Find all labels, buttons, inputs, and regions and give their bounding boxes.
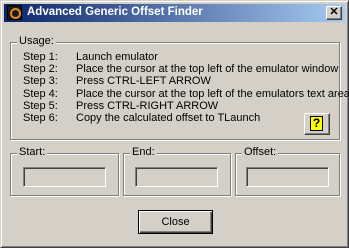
- question-mark-icon: ?: [310, 116, 323, 131]
- step-number: Step 4:: [23, 87, 58, 100]
- offset-field[interactable]: [246, 167, 329, 187]
- step-item: Step 1: Launch emulator: [23, 51, 349, 63]
- step-item: Step 3: Press CTRL-LEFT ARROW: [23, 75, 349, 87]
- steps-list: Step 1: Launch emulator Step 2: Place th…: [23, 51, 349, 124]
- start-group: Start:: [10, 146, 119, 196]
- step-number: Step 2:: [23, 63, 58, 76]
- close-button[interactable]: Close: [138, 210, 213, 234]
- help-button[interactable]: ?: [304, 113, 330, 135]
- title-bar[interactable]: Advanced Generic Offset Finder ✕: [4, 4, 345, 22]
- offset-group: Offset:: [235, 146, 340, 196]
- step-item: Step 5: Press CTRL-RIGHT ARROW: [23, 100, 349, 112]
- step-text: Copy the calculated offset to TLaunch: [76, 112, 261, 125]
- end-label: End:: [130, 146, 157, 158]
- offset-label: Offset:: [242, 146, 279, 158]
- app-icon[interactable]: [7, 5, 22, 20]
- step-number: Step 3:: [23, 75, 58, 88]
- end-group: End:: [123, 146, 231, 196]
- dialog-window: Advanced Generic Offset Finder ✕ Usage: …: [0, 0, 349, 248]
- step-text: Press CTRL-LEFT ARROW: [76, 75, 211, 88]
- start-label: Start:: [17, 146, 48, 158]
- step-text: Press CTRL-RIGHT ARROW: [76, 99, 219, 112]
- usage-group: Usage: Step 1: Launch emulator Step 2: P…: [10, 35, 349, 140]
- usage-group-label: Usage:: [17, 35, 56, 47]
- step-text: Launch emulator: [76, 51, 158, 63]
- step-number: Step 1:: [23, 51, 58, 63]
- step-item: Step 2: Place the cursor at the top left…: [23, 63, 349, 75]
- step-number: Step 6:: [23, 112, 58, 125]
- step-item: Step 6: Copy the calculated offset to TL…: [23, 112, 349, 124]
- step-text: Place the cursor at the top left of the …: [76, 87, 349, 100]
- start-field[interactable]: [23, 167, 106, 187]
- end-field[interactable]: [135, 167, 218, 187]
- window-close-button[interactable]: ✕: [326, 6, 342, 20]
- step-number: Step 5:: [23, 99, 58, 112]
- step-text: Place the cursor at the top left of the …: [76, 63, 339, 76]
- step-item: Step 4: Place the cursor at the top left…: [23, 88, 349, 100]
- window-title: Advanced Generic Offset Finder: [27, 6, 203, 18]
